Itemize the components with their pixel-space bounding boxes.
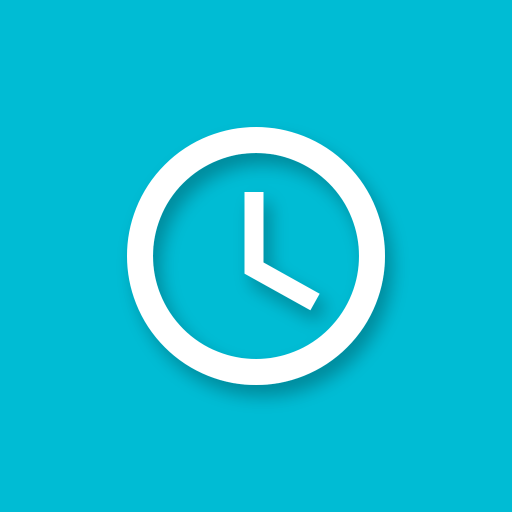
clock-face-group	[127, 127, 385, 385]
app-icon	[0, 0, 512, 512]
clock-icon	[127, 127, 385, 385]
clock-hands	[244, 192, 320, 311]
